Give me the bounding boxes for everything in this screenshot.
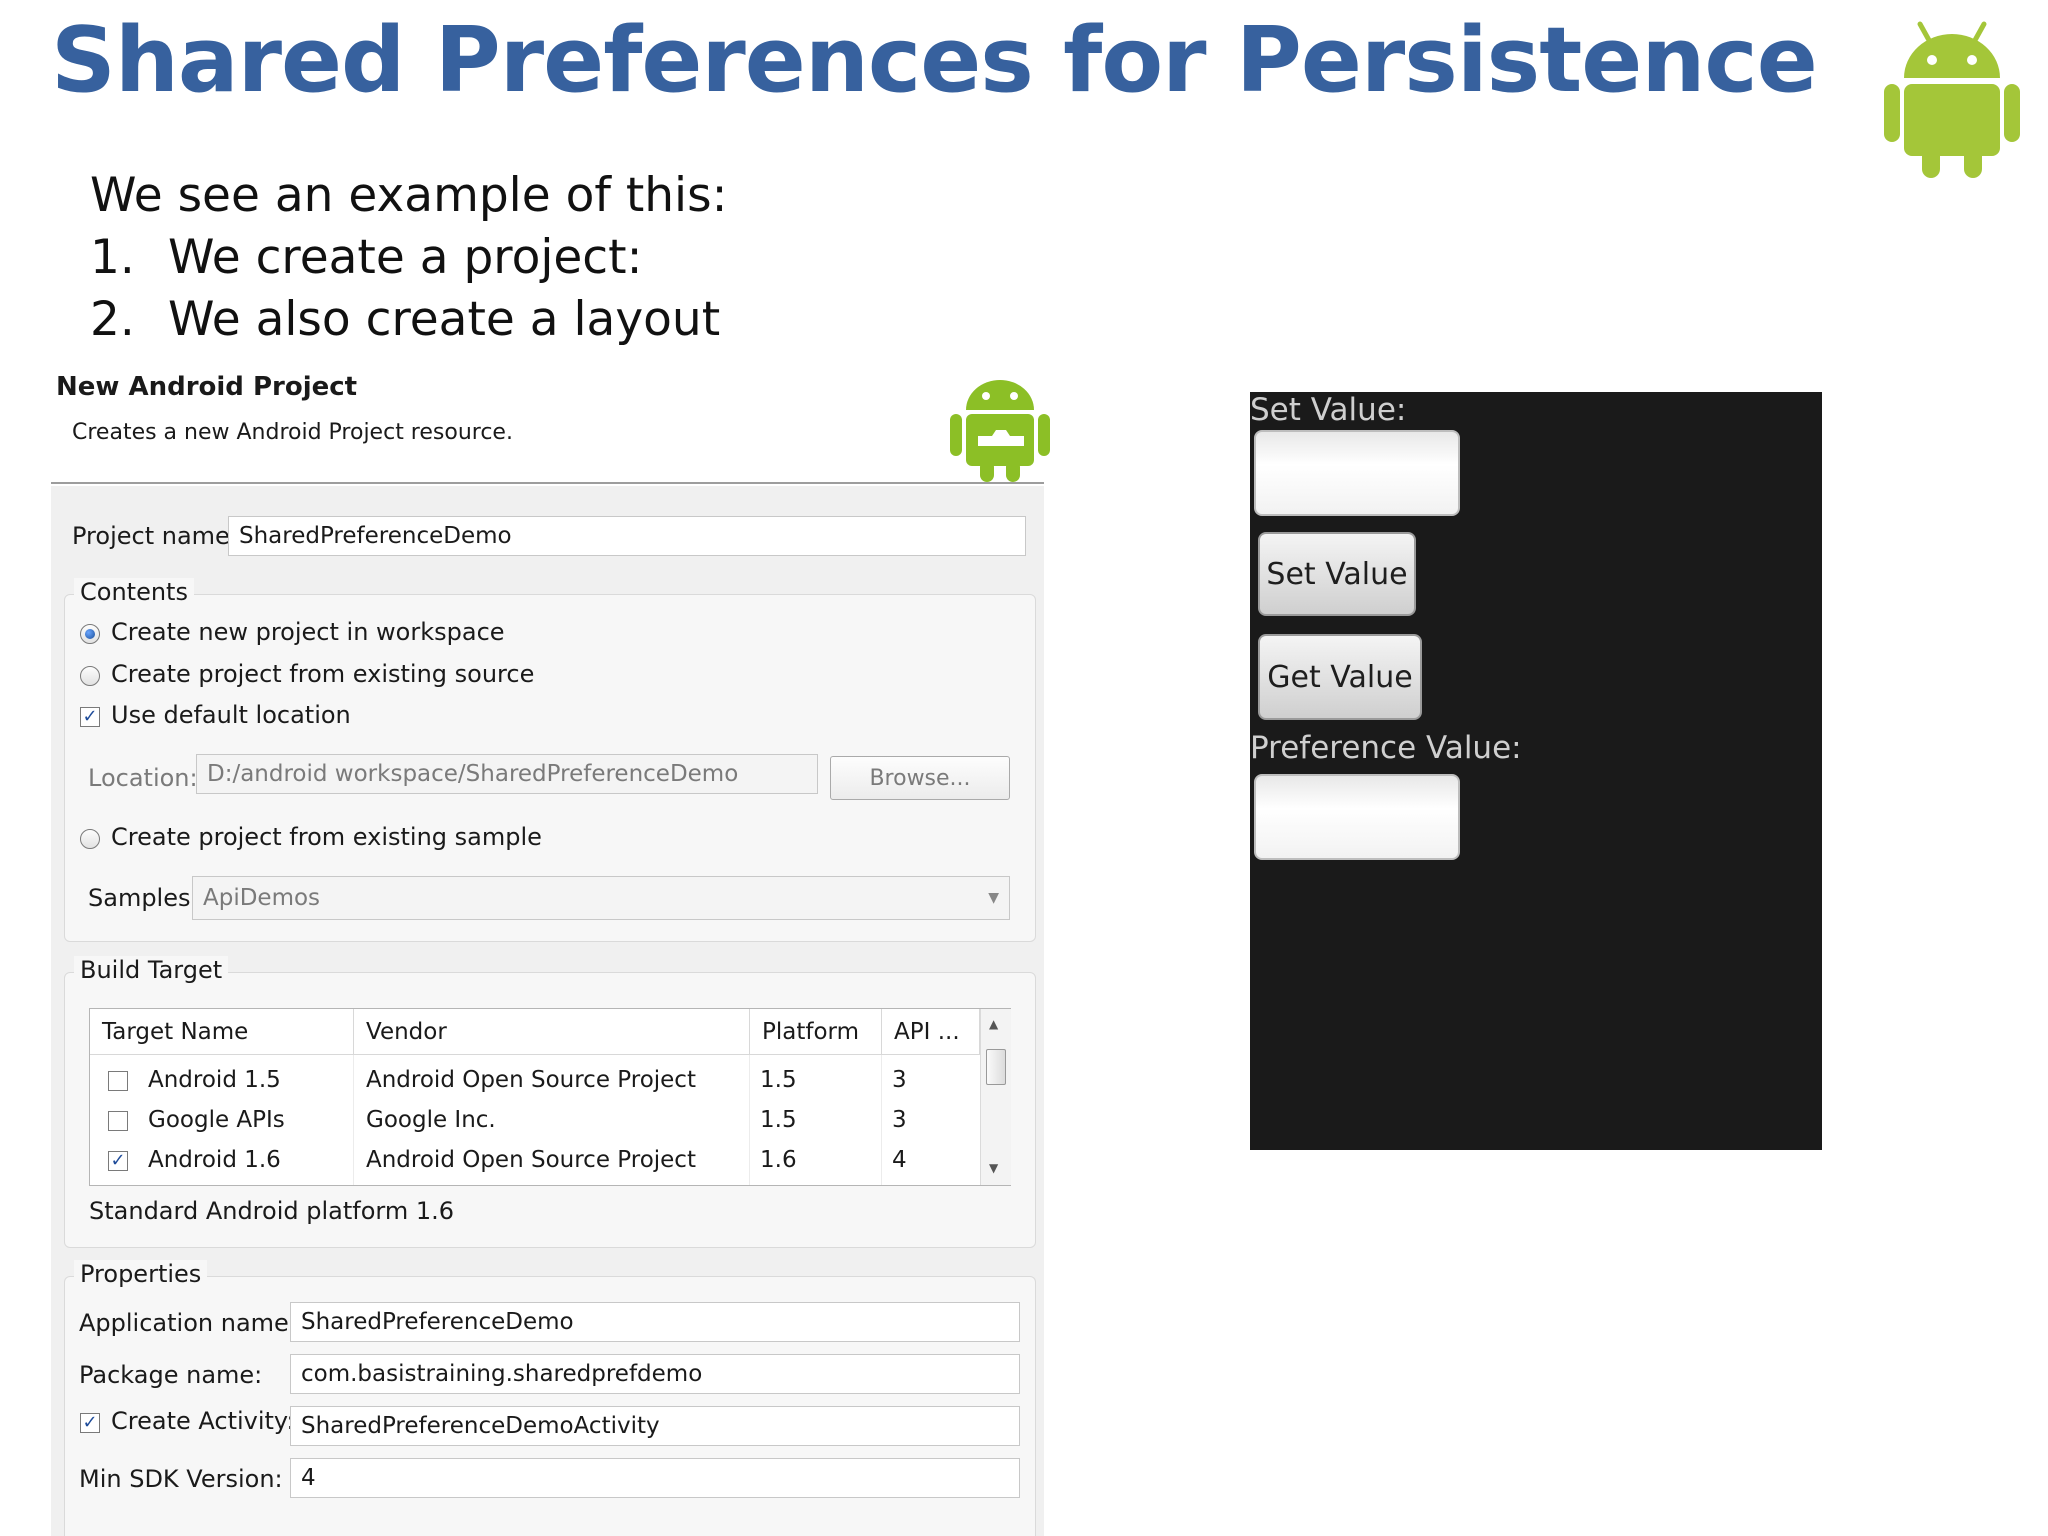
- slide-title: Shared Preferences for Persistence: [51, 8, 1818, 113]
- table-row[interactable]: ✓ Android 1.6 Android Open Source Projec…: [90, 1141, 980, 1179]
- dialog-header-divider: [51, 482, 1044, 484]
- column-header[interactable]: Platform: [750, 1009, 882, 1055]
- cell-target-name: Android 1.6: [148, 1147, 281, 1173]
- properties-label: Properties: [74, 1260, 208, 1288]
- scroll-down-icon[interactable]: ▼: [989, 1161, 998, 1175]
- cell-vendor: Google Inc.: [366, 1107, 496, 1133]
- scroll-thumb[interactable]: [986, 1049, 1006, 1085]
- preference-value-label: Preference Value:: [1250, 730, 1522, 766]
- location-input[interactable]: D:/android workspace/SharedPreferenceDem…: [196, 754, 818, 794]
- use-default-location-label: Use default location: [111, 701, 351, 729]
- phone-layout-preview: Set Value: Set Value Get Value Preferenc…: [1250, 392, 1822, 1150]
- step-number: 2.: [90, 292, 135, 347]
- samples-label: Samples:: [88, 884, 199, 912]
- samples-select-value: ApiDemos: [203, 885, 321, 911]
- cell-api: 4: [892, 1147, 907, 1173]
- build-target-description: Standard Android platform 1.6: [89, 1197, 455, 1225]
- project-name-input[interactable]: SharedPreferenceDemo: [228, 516, 1026, 556]
- create-activity-input[interactable]: SharedPreferenceDemoActivity: [290, 1406, 1020, 1446]
- table-row[interactable]: Google APIs Google Inc. 1.5 3: [90, 1101, 980, 1139]
- table-scrollbar[interactable]: ▲ ▼: [980, 1009, 1011, 1185]
- create-activity-checkbox[interactable]: ✓: [80, 1413, 100, 1433]
- row-checkbox[interactable]: [108, 1071, 128, 1091]
- project-name-label: Project name:: [72, 522, 238, 550]
- radio-existing-source-label: Create project from existing source: [111, 660, 535, 688]
- table-row[interactable]: Android 1.5 Android Open Source Project …: [90, 1061, 980, 1099]
- build-target-table[interactable]: Target Name Vendor Platform API ... Andr…: [89, 1008, 1011, 1186]
- android-wizard-icon: [950, 380, 1050, 482]
- step-number: 1.: [90, 230, 135, 285]
- min-sdk-input[interactable]: 4: [290, 1458, 1020, 1498]
- samples-select[interactable]: ApiDemos ▼: [192, 876, 1010, 920]
- cell-platform: 1.5: [760, 1107, 797, 1133]
- application-name-input[interactable]: SharedPreferenceDemo: [290, 1302, 1020, 1342]
- step-text: We create a project:: [168, 230, 643, 285]
- set-value-input[interactable]: [1254, 430, 1460, 516]
- android-robot-icon: [1884, 21, 2020, 178]
- radio-new-project-label: Create new project in workspace: [111, 618, 505, 646]
- location-label: Location:: [88, 764, 198, 792]
- preference-value-input[interactable]: [1254, 774, 1460, 860]
- chevron-down-icon: ▼: [988, 890, 999, 906]
- android-logo: [1882, 16, 2022, 178]
- cell-vendor: Android Open Source Project: [366, 1067, 696, 1093]
- cell-target-name: Android 1.5: [148, 1067, 281, 1093]
- radio-new-project[interactable]: [80, 624, 100, 644]
- create-activity-label: Create Activity:: [111, 1407, 295, 1435]
- row-checkbox[interactable]: ✓: [108, 1151, 128, 1171]
- cell-platform: 1.5: [760, 1067, 797, 1093]
- cell-platform: 1.6: [760, 1147, 797, 1173]
- row-checkbox[interactable]: [108, 1111, 128, 1131]
- dialog-subheading: Creates a new Android Project resource.: [72, 420, 513, 445]
- application-name-label: Application name:: [79, 1309, 297, 1337]
- intro-text: We see an example of this:: [90, 168, 728, 223]
- min-sdk-label: Min SDK Version:: [79, 1465, 283, 1493]
- cell-api: 3: [892, 1067, 907, 1093]
- set-value-button[interactable]: Set Value: [1258, 532, 1416, 616]
- scroll-up-icon[interactable]: ▲: [989, 1017, 998, 1031]
- cell-api: 3: [892, 1107, 907, 1133]
- step-item: 1. We create a project:: [90, 230, 642, 285]
- cell-vendor: Android Open Source Project: [366, 1147, 696, 1173]
- step-text: We also create a layout: [168, 292, 721, 347]
- step-item: 2. We also create a layout: [90, 292, 720, 347]
- use-default-location-checkbox[interactable]: ✓: [80, 707, 100, 727]
- set-value-label: Set Value:: [1250, 392, 1407, 428]
- get-value-button[interactable]: Get Value: [1258, 634, 1422, 720]
- browse-button[interactable]: Browse...: [830, 756, 1010, 800]
- column-header[interactable]: Vendor: [354, 1009, 750, 1055]
- radio-existing-source[interactable]: [80, 666, 100, 686]
- column-header[interactable]: API ...: [882, 1009, 980, 1055]
- wizard-logo: [948, 374, 1052, 482]
- radio-existing-sample[interactable]: [80, 829, 100, 849]
- column-header[interactable]: Target Name: [90, 1009, 354, 1055]
- cell-target-name: Google APIs: [148, 1107, 285, 1133]
- build-target-label: Build Target: [74, 956, 229, 984]
- contents-label: Contents: [74, 578, 194, 606]
- dialog-heading: New Android Project: [56, 372, 358, 402]
- package-name-label: Package name:: [79, 1361, 263, 1389]
- radio-existing-sample-label: Create project from existing sample: [111, 823, 542, 851]
- package-name-input[interactable]: com.basistraining.sharedprefdemo: [290, 1354, 1020, 1394]
